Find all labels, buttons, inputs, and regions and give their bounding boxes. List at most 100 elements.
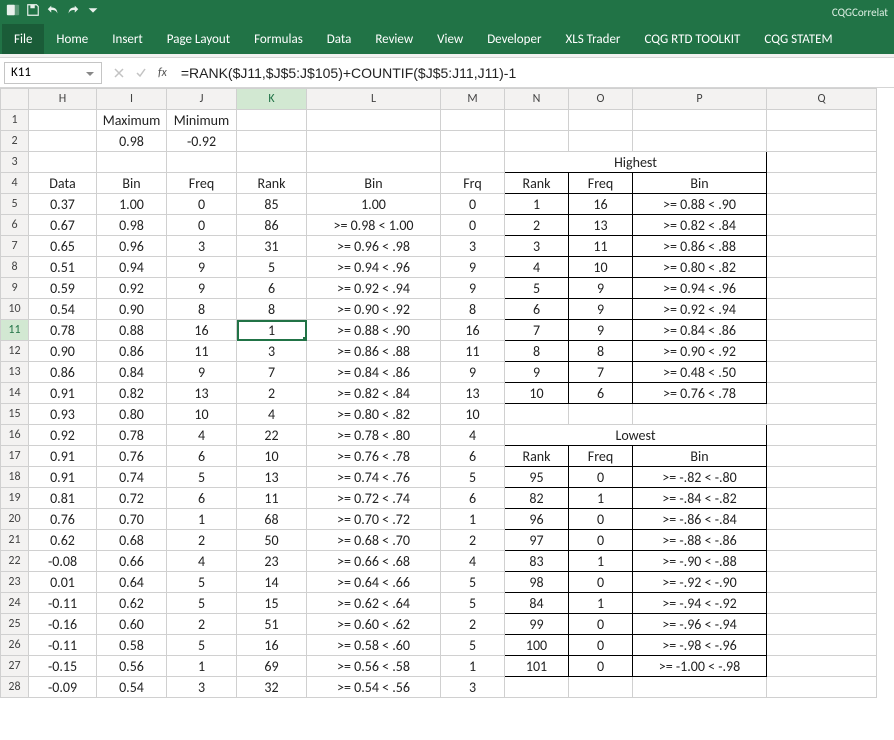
col-header-P[interactable]: P	[633, 89, 767, 110]
cell-I1[interactable]: Maximum	[97, 110, 167, 131]
cell-H16[interactable]: 0.92	[29, 425, 97, 446]
cell-H5[interactable]: 0.37	[29, 194, 97, 215]
cell-Q23[interactable]	[767, 572, 877, 593]
row-header-19[interactable]: 19	[1, 488, 29, 509]
col-header-O[interactable]: O	[569, 89, 633, 110]
cell-K16[interactable]: 22	[237, 425, 307, 446]
cell-Q5[interactable]	[767, 194, 877, 215]
cell-I23[interactable]: 0.64	[97, 572, 167, 593]
row-header-8[interactable]: 8	[1, 257, 29, 278]
cell-P10[interactable]: >= 0.92 < .94	[633, 299, 767, 320]
cell-P20[interactable]: >= -.86 < -.84	[633, 509, 767, 530]
row-header-10[interactable]: 10	[1, 299, 29, 320]
tab-review[interactable]: Review	[363, 24, 425, 54]
cell-I5[interactable]: 1.00	[97, 194, 167, 215]
cell-J1[interactable]: Minimum	[167, 110, 237, 131]
cell-N8[interactable]: 4	[505, 257, 569, 278]
cell-L25[interactable]: >= 0.60 < .62	[307, 614, 441, 635]
row-header-23[interactable]: 23	[1, 572, 29, 593]
cell-H12[interactable]: 0.90	[29, 341, 97, 362]
row-header-17[interactable]: 17	[1, 446, 29, 467]
row-header-18[interactable]: 18	[1, 467, 29, 488]
cell-O7[interactable]: 11	[569, 236, 633, 257]
cell-O12[interactable]: 8	[569, 341, 633, 362]
cell-H18[interactable]: 0.91	[29, 467, 97, 488]
cell-J21[interactable]: 2	[167, 530, 237, 551]
cell-I22[interactable]: 0.66	[97, 551, 167, 572]
cell-L26[interactable]: >= 0.58 < .60	[307, 635, 441, 656]
cell-I26[interactable]: 0.58	[97, 635, 167, 656]
select-all-corner[interactable]	[1, 89, 29, 110]
cell-I15[interactable]: 0.80	[97, 404, 167, 425]
cell-J7[interactable]: 3	[167, 236, 237, 257]
tab-developer[interactable]: Developer	[475, 24, 553, 54]
cell-J6[interactable]: 0	[167, 215, 237, 236]
cell-H9[interactable]: 0.59	[29, 278, 97, 299]
cell-M21[interactable]: 2	[441, 530, 505, 551]
cell-Q10[interactable]	[767, 299, 877, 320]
cell-P22[interactable]: >= -.90 < -.88	[633, 551, 767, 572]
row-header-21[interactable]: 21	[1, 530, 29, 551]
row-header-14[interactable]: 14	[1, 383, 29, 404]
cell-H24[interactable]: -0.11	[29, 593, 97, 614]
cell-J8[interactable]: 9	[167, 257, 237, 278]
cell-I20[interactable]: 0.70	[97, 509, 167, 530]
cell-M14[interactable]: 13	[441, 383, 505, 404]
hdr-lo-rank[interactable]: Rank	[505, 446, 569, 467]
cell-Q28[interactable]	[767, 677, 877, 698]
hdr-freq[interactable]: Freq	[167, 173, 237, 194]
cell-N7[interactable]: 3	[505, 236, 569, 257]
cell-H10[interactable]: 0.54	[29, 299, 97, 320]
cell-Q21[interactable]	[767, 530, 877, 551]
cell-O27[interactable]: 0	[569, 656, 633, 677]
cell-J17[interactable]: 6	[167, 446, 237, 467]
cell-J22[interactable]: 4	[167, 551, 237, 572]
cell-N9[interactable]: 5	[505, 278, 569, 299]
cell-M23[interactable]: 5	[441, 572, 505, 593]
hdr-rank[interactable]: Rank	[237, 173, 307, 194]
cell-Q6[interactable]	[767, 215, 877, 236]
col-header-K[interactable]: K	[237, 89, 307, 110]
cell-N24[interactable]: 84	[505, 593, 569, 614]
cell-N15[interactable]	[505, 404, 569, 425]
cell-N6[interactable]: 2	[505, 215, 569, 236]
cell-Q26[interactable]	[767, 635, 877, 656]
cell-P7[interactable]: >= 0.86 < .88	[633, 236, 767, 257]
undo-icon[interactable]	[46, 3, 60, 21]
cell-N23[interactable]: 98	[505, 572, 569, 593]
cell-H28[interactable]: -0.09	[29, 677, 97, 698]
cell-H6[interactable]: 0.67	[29, 215, 97, 236]
row-header-6[interactable]: 6	[1, 215, 29, 236]
cell-J23[interactable]: 5	[167, 572, 237, 593]
cell-L11[interactable]: >= 0.88 < .90	[307, 320, 441, 341]
cell-I9[interactable]: 0.92	[97, 278, 167, 299]
cell-M10[interactable]: 8	[441, 299, 505, 320]
tab-data[interactable]: Data	[315, 24, 364, 54]
cell-K15[interactable]: 4	[237, 404, 307, 425]
cell-H11[interactable]: 0.78	[29, 320, 97, 341]
cell-K24[interactable]: 15	[237, 593, 307, 614]
cell-Q19[interactable]	[767, 488, 877, 509]
row-header-24[interactable]: 24	[1, 593, 29, 614]
cell-I12[interactable]: 0.86	[97, 341, 167, 362]
cell-I19[interactable]: 0.72	[97, 488, 167, 509]
cell-I7[interactable]: 0.96	[97, 236, 167, 257]
tab-cqg-statem[interactable]: CQG STATEM	[752, 24, 844, 54]
cell-L9[interactable]: >= 0.92 < .94	[307, 278, 441, 299]
cell-J28[interactable]: 3	[167, 677, 237, 698]
row-header-22[interactable]: 22	[1, 551, 29, 572]
tab-cqg-rtd-toolkit[interactable]: CQG RTD TOOLKIT	[632, 24, 752, 54]
cell-O14[interactable]: 6	[569, 383, 633, 404]
cell-Q14[interactable]	[767, 383, 877, 404]
cell-M13[interactable]: 9	[441, 362, 505, 383]
cell-H26[interactable]: -0.11	[29, 635, 97, 656]
cell-K7[interactable]: 31	[237, 236, 307, 257]
cell-P26[interactable]: >= -.98 < -.96	[633, 635, 767, 656]
cell-O11[interactable]: 9	[569, 320, 633, 341]
row-header-3[interactable]: 3	[1, 152, 29, 173]
cell-J13[interactable]: 9	[167, 362, 237, 383]
cell-I16[interactable]: 0.78	[97, 425, 167, 446]
cell-Q9[interactable]	[767, 278, 877, 299]
cell-K11[interactable]: 1	[237, 320, 307, 341]
cell-H22[interactable]: -0.08	[29, 551, 97, 572]
